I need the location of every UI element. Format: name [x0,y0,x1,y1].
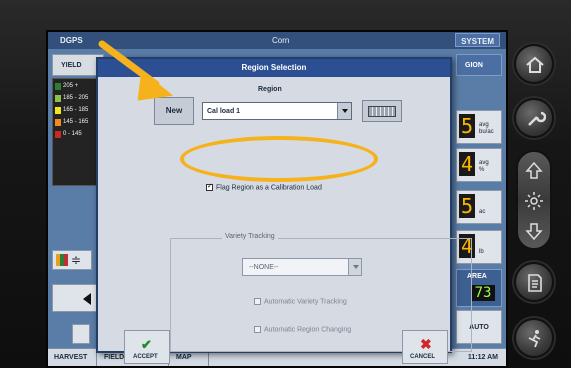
auto-region-changing-checkbox[interactable]: Automatic Region Changing [254,326,351,333]
annotation-arrow-icon [98,40,174,101]
document-hardware-button[interactable] [514,262,554,302]
cancel-label: CANCEL [410,354,435,360]
gps-status: DGPS [60,36,83,45]
accept-button[interactable]: ✔ ACCEPT [124,330,170,364]
equals-icon: ≑ [71,253,82,267]
calibration-load-checkbox[interactable]: Flag Region as a Calibration Load [206,182,322,192]
region-tab[interactable]: GION [456,54,502,76]
accept-label: ACCEPT [133,354,158,360]
legend-label: 165 - 185 [63,107,89,113]
readout-unit: ac [479,209,486,215]
legend-label: 145 - 165 [63,119,89,125]
wrench-icon [528,111,546,126]
checkbox-unchecked[interactable] [254,326,261,333]
region-label: Region [258,86,282,93]
map-legend-toggle-button[interactable]: ≑ [52,250,92,270]
region-dropdown[interactable]: Cal load 1 [202,102,352,120]
settings-hardware-button[interactable] [514,98,554,138]
chevron-down-icon [348,259,361,275]
brightness-rocker[interactable] [516,150,552,250]
readout-value: 5 [459,194,475,218]
legend-swatch [55,118,61,126]
readout-unit: avg bu/ac [479,122,494,135]
checkmark-icon: ✔ [141,337,152,352]
previous-page-button[interactable] [52,284,98,312]
keyboard-icon [368,106,396,117]
keyboard-button[interactable] [362,100,402,122]
variety-dropdown-value: --NONE-- [249,264,279,271]
crop-name: Corn [272,36,290,45]
area-readout[interactable]: 5 ac [456,190,502,224]
readout-value: 4 [459,152,475,176]
readout-value: 5 [459,114,475,138]
legend-swatch [55,82,61,90]
legend-swatch [55,130,61,138]
run-hardware-button[interactable] [514,318,554,358]
readout-unit: lb [479,249,484,255]
document-icon [528,274,542,292]
area-value: 73 [471,285,495,301]
legend-swatch [55,94,61,102]
moisture-readout[interactable]: 4 avg% [456,148,502,182]
chevron-down-icon [337,103,351,119]
arrow-up-icon [525,161,543,179]
variety-tracking-label: Variety Tracking [222,233,278,240]
checkbox-checked[interactable] [206,182,213,191]
grid-icon [56,254,68,266]
arrow-down-icon [525,223,543,241]
auto-variety-tracking-checkbox[interactable]: Automatic Variety Tracking [254,298,347,305]
brightness-icon [525,192,543,210]
arrow-left-icon [83,293,91,305]
cancel-button[interactable]: ✖ CANCEL [402,330,448,364]
close-icon: ✖ [420,336,432,352]
checkbox-unchecked[interactable] [254,298,261,305]
calibration-load-label: Flag Region as a Calibration Load [216,184,322,192]
auto-region-label: Automatic Region Changing [264,326,352,334]
legend-label: 0 - 145 [63,131,82,137]
tab-map[interactable]: MAP [176,354,192,361]
running-person-icon [528,330,541,348]
tab-harvest[interactable]: HARVEST [54,354,87,361]
variety-dropdown[interactable]: --NONE-- [242,258,362,276]
auto-variety-label: Automatic Variety Tracking [264,298,347,306]
region-dropdown-value: Cal load 1 [207,108,241,115]
annotation-highlight-ellipse [180,136,378,182]
readout-unit: avg% [479,160,489,173]
legend-label: 185 - 205 [63,95,89,101]
home-hardware-button[interactable] [514,44,554,84]
yield-readout[interactable]: 5 avg bu/ac [456,110,502,144]
legend-swatch [55,106,61,114]
home-icon [526,56,544,73]
left-checkbox[interactable] [72,324,90,344]
system-button[interactable]: SYSTEM [455,33,500,47]
clock-time: 11:12 AM [467,354,498,361]
legend-label: 205 + [63,83,79,89]
